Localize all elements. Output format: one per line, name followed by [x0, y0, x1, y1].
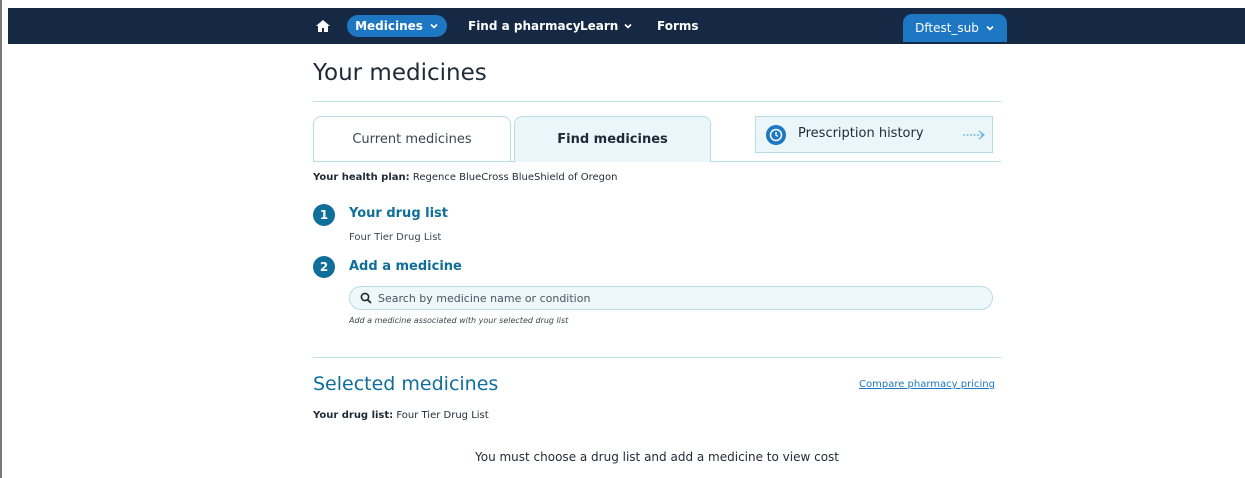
nav-forms-label: Forms — [657, 19, 699, 33]
search-hint: Add a medicine associated with your sele… — [349, 316, 569, 325]
health-plan-label: Your health plan: — [313, 172, 410, 183]
nav-medicines-label: Medicines — [355, 19, 423, 33]
step-2-title: Add a medicine — [349, 259, 462, 274]
selected-medicines-title: Selected medicines — [313, 373, 499, 395]
medicine-search-box[interactable] — [349, 286, 993, 310]
health-plan-value: Regence BlueCross BlueShield of Oregon — [412, 172, 618, 183]
tab-find-medicines[interactable]: Find medicines — [514, 116, 711, 162]
clock-icon — [766, 125, 786, 145]
medicine-search-input[interactable] — [378, 291, 968, 305]
nav-find-pharmacy-label: Find a pharmacy — [468, 19, 581, 33]
empty-state-message: You must choose a drug list and add a me… — [474, 450, 840, 464]
nav-medicines-button[interactable]: Medicines — [347, 15, 447, 37]
prescription-history-label: Prescription history — [798, 126, 924, 141]
step-2-badge: 2 — [313, 256, 335, 278]
nav-learn-menu[interactable]: Learn — [580, 8, 633, 44]
search-icon — [360, 292, 372, 304]
home-icon[interactable] — [314, 17, 332, 35]
arrow-right-icon — [963, 130, 985, 140]
drug-list-label: Your drug list: — [313, 410, 394, 421]
chevron-down-icon — [624, 23, 632, 29]
tab-label: Current medicines — [352, 132, 472, 147]
nav-learn-label: Learn — [580, 19, 619, 33]
drug-list-value: Four Tier Drug List — [396, 410, 489, 421]
user-menu-button[interactable]: Dftest_sub — [903, 14, 1007, 42]
active-tab-join — [515, 160, 710, 162]
health-plan-info: Your health plan: Regence BlueCross Blue… — [313, 172, 617, 183]
nav-forms-link[interactable]: Forms — [657, 8, 699, 44]
divider — [313, 357, 1001, 358]
divider — [313, 101, 1001, 102]
step-1-title[interactable]: Your drug list — [349, 206, 448, 221]
user-name: Dftest_sub — [915, 21, 979, 35]
tab-current-medicines[interactable]: Current medicines — [313, 116, 511, 162]
step-1-badge: 1 — [313, 204, 335, 226]
tab-label: Find medicines — [557, 132, 668, 147]
page-title: Your medicines — [313, 60, 487, 86]
window-edge — [0, 0, 2, 478]
chevron-down-icon — [430, 23, 438, 29]
nav-find-pharmacy-link[interactable]: Find a pharmacy — [468, 8, 581, 44]
top-navigation-bar: Medicines Find a pharmacy Learn Forms Df… — [8, 8, 1245, 44]
selected-drug-list: Your drug list: Four Tier Drug List — [313, 410, 489, 421]
compare-pharmacy-pricing-link[interactable]: Compare pharmacy pricing — [859, 379, 995, 390]
main-nav: Medicines Find a pharmacy Learn Forms Df… — [8, 8, 1245, 44]
chevron-down-icon — [986, 25, 994, 31]
prescription-history-link[interactable]: Prescription history — [755, 116, 993, 153]
step-1-subtitle: Four Tier Drug List — [349, 232, 442, 243]
